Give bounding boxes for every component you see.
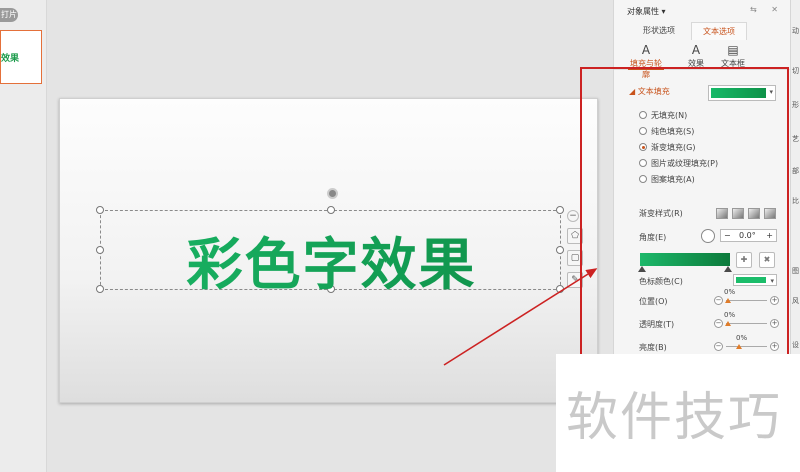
watermark-text: 软件技巧	[566, 388, 783, 448]
